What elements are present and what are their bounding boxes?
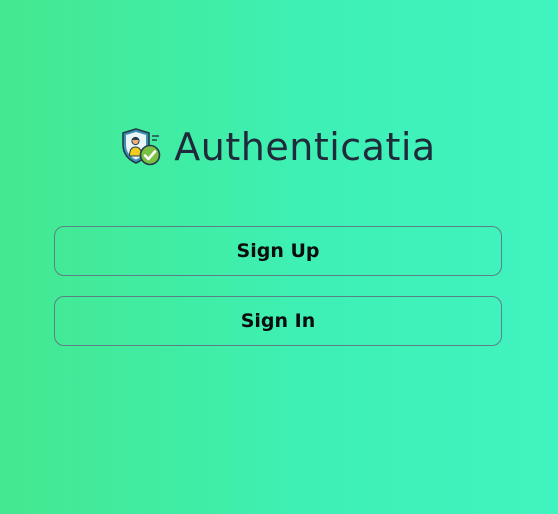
auth-landing: Authenticatia Sign Up Sign In (0, 0, 558, 514)
brand-header: Authenticatia (0, 124, 558, 170)
shield-user-check-icon (122, 128, 161, 166)
sign-in-button[interactable]: Sign In (54, 296, 502, 346)
sign-up-button[interactable]: Sign Up (54, 226, 502, 276)
app-title: Authenticatia (174, 125, 436, 169)
